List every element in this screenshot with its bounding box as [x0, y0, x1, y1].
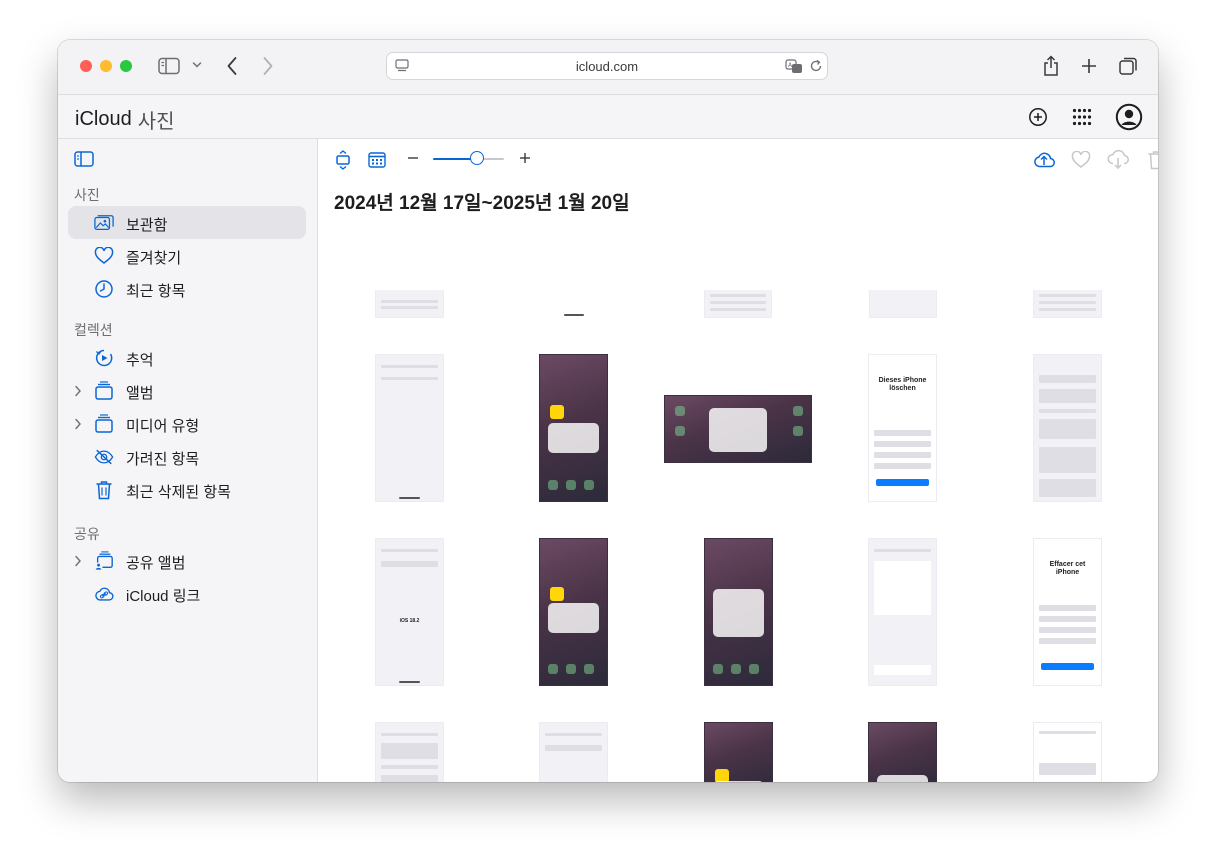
photo-thumbnail[interactable] — [375, 722, 444, 782]
chevron-right-icon[interactable] — [74, 417, 82, 435]
tab-overview-icon[interactable] — [1118, 56, 1138, 76]
sidebar-item-memories[interactable]: 추억 — [68, 341, 306, 374]
browser-window: icloud.com A iCloud 사진 사진 보관함 즐겨찾기 최근 항목… — [58, 40, 1158, 782]
sidebar-item-label: 가려진 항목 — [126, 451, 200, 468]
photo-thumbnail[interactable] — [869, 290, 937, 318]
photo-thumbnail[interactable]: Effacer cet iPhone — [1033, 538, 1102, 686]
photo-thumbnail[interactable] — [664, 395, 812, 463]
favorite-heart-icon[interactable] — [1071, 151, 1091, 169]
forward-icon[interactable] — [262, 56, 274, 76]
brand-name: iCloud — [75, 108, 132, 130]
browser-toolbar: icloud.com A — [58, 40, 1158, 95]
sidebar-item-label: 앨범 — [126, 385, 154, 402]
section-title-shared: 공유 — [74, 526, 100, 542]
new-tab-icon[interactable] — [1080, 57, 1098, 75]
photo-thumbnail[interactable]: Dieses iPhone löschen — [868, 354, 937, 502]
sidebar-item-label: 최근 항목 — [126, 283, 186, 300]
sidebar-collapse-icon[interactable] — [74, 151, 94, 172]
thumbnail-ios-label: iOS 18.2 — [399, 618, 420, 624]
section-title-collections: 컬렉션 — [74, 322, 113, 338]
photo-grid-area: 2024년 12월 17일~2025년 1월 20일 Dieses iPhone… — [318, 139, 1158, 782]
photo-thumbnail[interactable] — [375, 354, 444, 502]
app-brand[interactable]: iCloud 사진 — [74, 105, 175, 134]
heart-icon — [94, 246, 114, 266]
sidebar-toggle-icon[interactable] — [158, 57, 180, 75]
minimize-window-button[interactable] — [100, 60, 112, 72]
photo-thumbnail[interactable] — [1033, 722, 1102, 782]
share-icon[interactable] — [1042, 55, 1060, 77]
photo-thumbnail[interactable] — [1033, 354, 1102, 502]
photo-library-icon — [94, 213, 114, 233]
sidebar-item-albums[interactable]: 앨범 — [68, 374, 306, 407]
aspect-fit-toggle-icon[interactable] — [334, 150, 352, 170]
zoom-window-button[interactable] — [120, 60, 132, 72]
photo-thumbnail[interactable] — [539, 538, 608, 686]
sidebar-item-label: 보관함 — [126, 217, 168, 234]
photo-thumbnail[interactable] — [704, 722, 773, 782]
reload-icon[interactable] — [809, 59, 823, 73]
sidebar: 사진 보관함 즐겨찾기 최근 항목 컬렉션 추억 앨범 미디어 유형 가려진 항… — [58, 139, 318, 782]
photo-thumbnail[interactable] — [539, 722, 608, 782]
trash-icon — [94, 480, 114, 500]
sidebar-item-label: 공유 앨범 — [126, 555, 186, 572]
sidebar-item-favorites[interactable]: 즐겨찾기 — [68, 239, 306, 272]
url-text: icloud.com — [575, 59, 639, 74]
photo-thumbnail[interactable] — [704, 290, 772, 318]
album-stack-icon — [94, 381, 114, 401]
back-icon[interactable] — [226, 56, 238, 76]
sidebar-item-media-types[interactable]: 미디어 유형 — [68, 407, 306, 440]
chevron-right-icon[interactable] — [74, 384, 82, 402]
photo-thumbnail[interactable] — [540, 290, 608, 318]
sidebar-item-label: 추억 — [126, 352, 154, 369]
date-range-heading: 2024년 12월 17일~2025년 1월 20일 — [334, 193, 630, 214]
close-window-button[interactable] — [80, 60, 92, 72]
chevron-down-icon[interactable] — [192, 61, 202, 69]
sidebar-item-label: 미디어 유형 — [126, 418, 200, 435]
zoom-out-icon[interactable] — [407, 152, 419, 164]
sidebar-item-icloud-links[interactable]: iCloud 링크 — [68, 577, 306, 610]
thumbnail-heading: Dieses iPhone löschen — [878, 377, 927, 392]
sidebar-item-recently-deleted[interactable]: 최근 삭제된 항목 — [68, 473, 306, 506]
app-launcher-grid-icon[interactable] — [1072, 108, 1092, 126]
app-section-title: 사진 — [137, 111, 175, 133]
account-avatar-icon[interactable] — [1115, 103, 1143, 131]
sidebar-item-library[interactable]: 보관함 — [68, 206, 306, 239]
sidebar-item-label: iCloud 링크 — [126, 588, 201, 605]
sidebar-item-shared-albums[interactable]: 공유 앨범 — [68, 544, 306, 577]
chevron-right-icon[interactable] — [74, 554, 82, 572]
sidebar-item-label: 최근 삭제된 항목 — [126, 484, 231, 501]
memories-icon — [94, 348, 114, 368]
add-icon[interactable] — [1028, 107, 1048, 127]
translate-icon[interactable]: A — [785, 59, 803, 74]
photo-thumbnail[interactable] — [868, 538, 937, 686]
photo-thumbnail[interactable] — [868, 722, 937, 782]
section-title-photos: 사진 — [74, 187, 100, 203]
sidebar-item-hidden[interactable]: 가려진 항목 — [68, 440, 306, 473]
address-bar[interactable]: icloud.com A — [386, 52, 828, 80]
shared-album-icon — [94, 551, 114, 571]
app-header: iCloud 사진 — [58, 95, 1158, 139]
download-icon[interactable] — [1106, 149, 1130, 169]
photo-thumbnail[interactable]: iOS 18.2 — [375, 538, 444, 686]
eye-slash-icon — [94, 447, 114, 467]
clock-icon — [94, 279, 114, 299]
photo-thumbnail[interactable] — [1033, 290, 1102, 318]
photo-thumbnail[interactable] — [539, 354, 608, 502]
media-types-icon — [94, 414, 114, 434]
delete-trash-icon[interactable] — [1147, 150, 1158, 170]
link-cloud-icon — [94, 584, 114, 604]
photo-thumbnail[interactable] — [704, 538, 773, 686]
calendar-view-icon[interactable] — [368, 151, 386, 168]
sidebar-item-recents[interactable]: 최근 항목 — [68, 272, 306, 305]
zoom-in-icon[interactable] — [519, 152, 531, 164]
upload-icon[interactable] — [1032, 149, 1056, 169]
photo-thumbnail[interactable] — [375, 290, 444, 318]
zoom-slider-handle[interactable] — [470, 151, 485, 165]
thumbnail-heading: Effacer cet iPhone — [1049, 561, 1086, 576]
sidebar-item-label: 즐겨찾기 — [126, 250, 182, 267]
